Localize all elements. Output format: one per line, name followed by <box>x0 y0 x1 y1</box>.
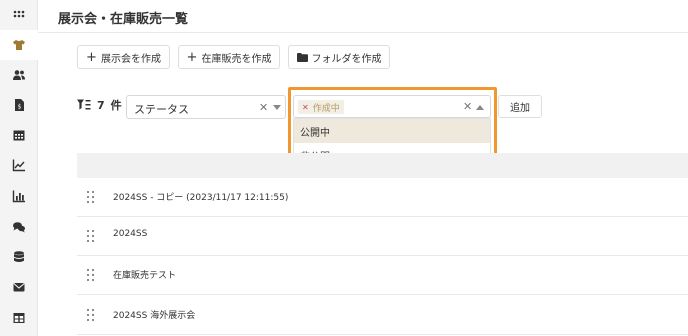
calendar-icon[interactable] <box>9 125 29 145</box>
clear-icon[interactable]: ✕ <box>463 100 472 113</box>
filter-list-icon[interactable] <box>77 99 91 111</box>
chevron-down-icon[interactable] <box>273 105 281 110</box>
folder-icon <box>296 52 308 62</box>
drag-handle-icon[interactable] <box>87 269 95 281</box>
drag-handle-icon[interactable] <box>87 309 95 321</box>
table-header <box>77 153 688 178</box>
clear-icon[interactable]: ✕ <box>259 101 268 114</box>
create-exhibition-button[interactable]: + 展示会を作成 <box>77 45 170 69</box>
drag-handle-icon[interactable] <box>87 191 95 203</box>
create-inventory-label: 在庫販売を作成 <box>201 53 272 65</box>
chat-icon[interactable] <box>9 217 29 237</box>
selected-chip: ✕ 作成中 <box>298 100 344 114</box>
status-field-select[interactable]: ステータス ✕ <box>126 95 286 119</box>
chip-remove-icon[interactable]: ✕ <box>302 103 309 112</box>
chevron-up-icon[interactable] <box>476 105 484 110</box>
create-folder-button[interactable]: フォルダを作成 <box>288 45 390 69</box>
drag-handle-icon[interactable] <box>87 230 95 242</box>
invoice-icon[interactable]: $ <box>9 95 29 115</box>
row-name[interactable]: 2024SS - コピー (2023/11/17 12:11:55) <box>113 190 288 203</box>
option-public[interactable]: 公開中 <box>294 119 490 143</box>
tshirt-icon[interactable] <box>9 35 29 55</box>
row-name[interactable]: 在庫販売テスト <box>113 268 176 281</box>
add-filter-button[interactable]: 追加 <box>498 95 542 118</box>
plus-icon: + <box>186 49 198 65</box>
table-icon[interactable] <box>9 308 29 328</box>
svg-text:$: $ <box>18 104 22 111</box>
count-unit: 件 <box>110 99 122 112</box>
users-icon[interactable] <box>9 65 29 85</box>
create-inventory-button[interactable]: + 在庫販売を作成 <box>178 45 280 69</box>
bar-chart-icon[interactable] <box>9 186 29 206</box>
grid-icon[interactable] <box>9 5 29 25</box>
plus-icon: + <box>86 49 97 65</box>
create-exhibition-label: 展示会を作成 <box>100 53 161 65</box>
table-row[interactable]: 在庫販売テスト <box>77 256 688 295</box>
row-name[interactable]: 2024SS 海外展示会 <box>113 308 195 321</box>
status-select-value: ステータス <box>134 103 189 116</box>
status-value-select[interactable]: ✕ 作成中 ✕ <box>293 95 491 118</box>
row-name[interactable]: 2024SS <box>113 229 147 239</box>
table-row[interactable]: 2024SS <box>77 217 688 256</box>
table-row[interactable]: 2024SS - コピー (2023/11/17 12:11:55) <box>77 178 688 217</box>
database-icon[interactable] <box>9 247 29 267</box>
sidebar: $ <box>0 0 38 336</box>
page-title: 展示会・在庫販売一覧 <box>58 12 189 27</box>
mail-icon[interactable] <box>9 277 29 297</box>
page-header: 展示会・在庫販売一覧 <box>38 0 688 33</box>
chip-label: 作成中 <box>312 103 340 114</box>
create-folder-label: フォルダを作成 <box>311 53 382 65</box>
result-count: 7 件 <box>77 96 122 114</box>
trend-chart-icon[interactable] <box>9 155 29 175</box>
table-row[interactable]: 2024SS 海外展示会 <box>77 296 688 335</box>
count-value: 7 <box>97 98 105 112</box>
